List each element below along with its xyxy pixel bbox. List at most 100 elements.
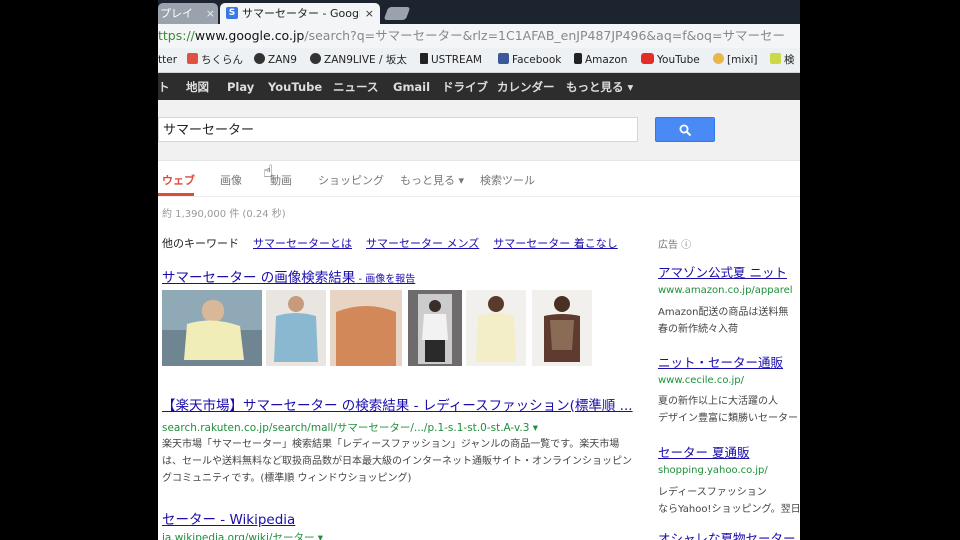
ad-url[interactable]: www.cecile.co.jp/: [658, 375, 744, 386]
ad-title-link[interactable]: セーター 夏通販: [658, 442, 749, 461]
bookmark-label: Amazon: [585, 54, 628, 66]
tab-images[interactable]: 画像: [220, 172, 242, 188]
gbar-item-drive[interactable]: ドライブ: [442, 80, 488, 94]
address-bar[interactable]: ttps://www.google.co.jp/search?q=サマーセーター…: [158, 24, 800, 48]
bookmark-label: Facebook: [512, 54, 562, 66]
bookmark-more[interactable]: 検: [770, 53, 795, 67]
bookmark-label: 検: [784, 54, 795, 66]
bookmark-icon: [770, 53, 781, 64]
thumbnail-image[interactable]: [408, 290, 462, 366]
related-link[interactable]: サマーセーター メンズ: [366, 237, 479, 250]
ustream-icon: [420, 53, 428, 64]
related-searches: 他のキーワード サマーセーターとは サマーセーター メンズ サマーセーター 着こなし: [162, 235, 618, 251]
bookmark-zan9[interactable]: ZAN9: [254, 53, 297, 67]
bookmark-label: ZAN9LIVE / 坂太: [324, 54, 407, 66]
ad-url[interactable]: shopping.yahoo.co.jp/: [658, 465, 768, 476]
bookmark-amazon[interactable]: Amazon: [574, 53, 627, 67]
ad-text: 春の新作続々入荷: [658, 324, 738, 335]
browser-window: プレイ × S サマーセーター - Google × ttps://www.go…: [158, 0, 800, 540]
thumbnail-image[interactable]: [266, 290, 326, 366]
search-button[interactable]: [655, 117, 715, 142]
gbar-item-maps[interactable]: 地図: [186, 80, 209, 94]
ad-text: デザイン豊富に類勝いセーター: [658, 413, 798, 424]
ad-url[interactable]: www.amazon.co.jp/apparel: [658, 285, 793, 296]
bookmark-label: [mixi]: [727, 54, 758, 66]
tab-close-icon[interactable]: ×: [206, 3, 215, 24]
amazon-icon: [574, 53, 582, 64]
tab-label: サマーセーター - Google: [242, 7, 360, 20]
mixi-icon: [713, 53, 724, 64]
tab-active[interactable]: S サマーセーター - Google ×: [220, 3, 380, 24]
google-favicon-icon: S: [226, 7, 238, 19]
related-label: 他のキーワード: [162, 237, 239, 250]
bookmark-label: ZAN9: [268, 54, 297, 66]
zan9-icon: [254, 53, 265, 64]
ad-text: Amazon配送の商品は送料無: [658, 307, 789, 318]
ad-title-link[interactable]: オシャレな夏物セーター: [658, 528, 796, 540]
ad-title-link[interactable]: アマゾン公式夏 ニット: [658, 262, 787, 281]
gbar-item-news[interactable]: ニュース: [333, 80, 378, 94]
search-tabs: ウェブ 画像 動画 ショッピング もっと見る ▾ 検索ツール: [158, 160, 800, 197]
gbar-item-youtube[interactable]: YouTube: [268, 80, 322, 94]
result-title-link[interactable]: セーター - Wikipedia: [162, 508, 295, 528]
result-snippet: 楽天市場「サマーセーター」検索結果「レディースファッション」ジャンルの商品一覧で…: [162, 439, 632, 484]
tab-label: プレイ: [160, 7, 193, 20]
chikuran-icon: [187, 53, 198, 64]
gbar-item-more[interactable]: もっと見る ▾: [566, 80, 633, 94]
gbar-item-play[interactable]: Play: [227, 80, 254, 94]
ad-text: レディースファッション: [658, 487, 767, 498]
new-tab-button[interactable]: [383, 7, 411, 20]
thumbnail-image[interactable]: [162, 290, 262, 366]
result-url[interactable]: ja.wikipedia.org/wiki/セーター ▾: [162, 530, 323, 540]
thumbnail-image[interactable]: [532, 290, 592, 366]
tab-close-icon[interactable]: ×: [365, 3, 374, 24]
bookmark-mixi[interactable]: [mixi]: [713, 53, 757, 67]
url-host: www.google.co.jp: [194, 28, 305, 43]
ad-text: 夏の新作以上に大活躍の人: [658, 396, 778, 407]
tab-shopping[interactable]: ショッピング: [318, 172, 384, 188]
url-scheme: ttps://: [158, 28, 195, 43]
related-link[interactable]: サマーセーターとは: [253, 237, 352, 250]
bookmark-label: YouTube: [657, 54, 700, 66]
url-path: /search?q=サマーセーター&rlz=1C1AFAB_enJP487JP4…: [304, 28, 785, 43]
youtube-icon: [641, 53, 654, 64]
search-header: サマーセーター: [158, 100, 800, 161]
tab-search-tools[interactable]: 検索ツール: [480, 172, 535, 188]
bookmark-label: ちくらん: [201, 54, 243, 66]
report-images-link[interactable]: - 画像を報告: [355, 274, 415, 285]
bookmark-facebook[interactable]: Facebook: [498, 53, 561, 67]
zan9live-icon: [310, 53, 321, 64]
image-results-link[interactable]: サマーセーター の画像検索結果: [162, 270, 355, 286]
thumbnail-image[interactable]: [330, 290, 402, 366]
gbar-item[interactable]: ト: [158, 80, 170, 94]
bookmark-youtube[interactable]: YouTube: [641, 53, 700, 67]
google-nav-bar: ト 地図 Play YouTube ニュース Gmail ドライブ カレンダー …: [158, 73, 800, 100]
hand-cursor-icon: ☝: [263, 162, 274, 182]
gbar-item-gmail[interactable]: Gmail: [393, 80, 430, 94]
tab-web[interactable]: ウェブ: [162, 172, 195, 188]
bookmarks-bar: tter ちくらん ZAN9 ZAN9LIVE / 坂太 USTREAM Fac…: [158, 48, 800, 73]
result-title-link[interactable]: 【楽天市場】サマーセーター の検索結果 - レディースファッション(標準順 ..…: [162, 394, 633, 414]
result-url[interactable]: search.rakuten.co.jp/search/mall/サマーセーター…: [162, 420, 538, 435]
bookmark-label: USTREAM: [431, 54, 482, 66]
url-field[interactable]: ttps://www.google.co.jp/search?q=サマーセーター…: [158, 27, 798, 45]
search-input[interactable]: サマーセーター: [158, 117, 638, 142]
thumbnail-image[interactable]: [466, 290, 526, 366]
bookmark-zan9live[interactable]: ZAN9LIVE / 坂太: [310, 53, 407, 67]
ad-title-link[interactable]: ニット・セーター通販: [658, 352, 783, 371]
facebook-icon: [498, 53, 509, 64]
bookmark-twitter[interactable]: tter: [158, 53, 177, 67]
bookmark-ustream[interactable]: USTREAM: [420, 53, 482, 67]
bookmark-label: tter: [158, 54, 178, 66]
tab-more[interactable]: もっと見る ▾: [400, 172, 464, 188]
active-tab-underline: [158, 193, 194, 196]
tab-inactive[interactable]: プレイ ×: [158, 3, 218, 24]
related-link[interactable]: サマーセーター 着こなし: [493, 237, 618, 250]
gbar-item-calendar[interactable]: カレンダー: [497, 80, 555, 94]
image-results-title[interactable]: サマーセーター の画像検索結果 - 画像を報告: [162, 266, 415, 286]
result-stats: 約 1,390,000 件 (0.24 秒): [162, 209, 286, 220]
tab-strip: プレイ × S サマーセーター - Google ×: [158, 0, 800, 24]
search-icon: [679, 124, 692, 137]
ad-text: ならYahoo!ショッピング。翌日: [658, 504, 800, 515]
bookmark-chikuran[interactable]: ちくらん: [187, 53, 243, 67]
